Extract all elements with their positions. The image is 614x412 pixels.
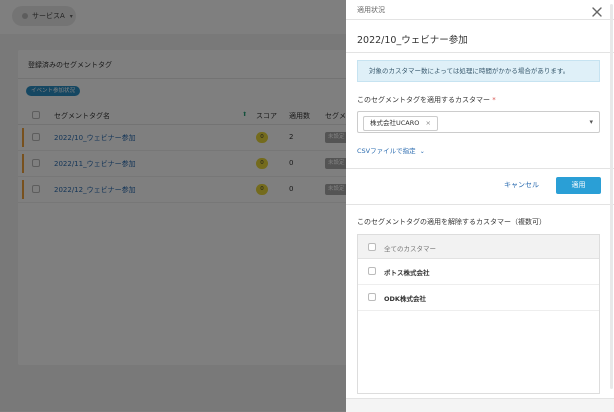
csv-specify-link[interactable]: CSVファイルで指定 ⌄ <box>357 145 425 155</box>
divider <box>346 19 614 20</box>
remove-customers-label: このセグメントタグの適用を解除するカスタマー（複数可） <box>357 218 546 226</box>
apply-status-drawer: 適用状況 2022/10_ウェビナー参加 対象のカスタマー数によっては処理に時間… <box>346 0 614 412</box>
chip-remove-icon[interactable]: × <box>425 119 430 127</box>
list-item: ポトス株式会社 <box>358 259 599 285</box>
close-icon[interactable] <box>590 5 604 19</box>
customer-checkbox[interactable] <box>368 293 376 301</box>
list-item: ODK株式会社 <box>358 285 599 311</box>
close-icon-svg <box>592 7 602 17</box>
cancel-button[interactable]: キャンセル <box>504 180 539 190</box>
customer-select[interactable]: 株式会社UCARO × ▾ <box>357 111 600 133</box>
apply-customers-label-text: このセグメントタグを適用するカスタマー <box>357 96 490 104</box>
drawer-header-label: 適用状況 <box>357 6 385 14</box>
customer-name: ODK株式会社 <box>384 295 426 303</box>
selected-customer-chip: 株式会社UCARO × <box>363 116 438 131</box>
customer-name: ポトス株式会社 <box>384 269 430 277</box>
drawer-title: 2022/10_ウェビナー参加 <box>357 35 468 46</box>
scrollbar[interactable] <box>610 4 613 389</box>
apply-customers-label: このセグメントタグを適用するカスタマー * <box>357 95 496 105</box>
list-header: 全てのカスタマー <box>358 235 599 259</box>
csv-specify-label: CSVファイルで指定 <box>357 147 416 155</box>
customer-list: 全てのカスタマー ポトス株式会社 ODK株式会社 <box>357 234 600 394</box>
divider <box>346 52 614 53</box>
divider <box>346 168 614 169</box>
selected-customer-label: 株式会社UCARO <box>370 119 420 127</box>
info-message: 対象のカスタマー数によっては処理に時間がかかる場合があります。 <box>357 60 600 82</box>
required-mark: * <box>492 96 496 104</box>
chevron-down-icon[interactable]: ▾ <box>589 118 593 126</box>
drawer-footer <box>346 398 614 412</box>
customer-checkbox[interactable] <box>368 267 376 275</box>
apply-button[interactable]: 適用 <box>556 177 601 194</box>
select-all-customers-checkbox[interactable] <box>368 243 376 251</box>
all-customers-label: 全てのカスタマー <box>384 245 436 253</box>
chevron-down-icon: ⌄ <box>419 148 425 155</box>
divider <box>346 204 614 205</box>
